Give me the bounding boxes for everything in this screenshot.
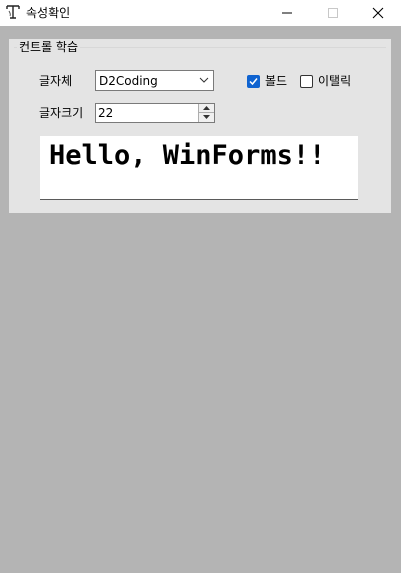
bold-label[interactable]: 볼드 xyxy=(265,73,287,89)
size-spinner[interactable]: 22 xyxy=(95,103,215,123)
bold-checkbox[interactable] xyxy=(247,75,260,88)
control-groupbox: 컨트롤 학습 글자체 D2Coding 볼드 이탤릭 글자크기 22 Hello… xyxy=(9,39,391,213)
font-combobox[interactable]: D2Coding xyxy=(95,70,214,91)
minimize-button[interactable] xyxy=(264,0,310,26)
minimize-icon xyxy=(282,12,292,14)
groupbox-legend: 컨트롤 학습 xyxy=(17,39,81,55)
spinner-up-button[interactable] xyxy=(199,104,214,113)
spinner-down-button[interactable] xyxy=(199,113,214,122)
italic-label[interactable]: 이탤릭 xyxy=(318,73,351,89)
maximize-icon xyxy=(328,8,338,18)
arrow-up-icon xyxy=(203,106,210,110)
size-spinner-value[interactable]: 22 xyxy=(98,105,113,121)
checkmark-icon xyxy=(249,78,258,86)
window-title: 속성확인 xyxy=(26,6,71,20)
close-button[interactable] xyxy=(355,0,401,26)
chevron-down-icon[interactable] xyxy=(199,77,209,83)
font-combobox-value: D2Coding xyxy=(99,74,158,88)
size-label: 글자크기 xyxy=(39,106,84,120)
close-icon xyxy=(372,7,384,19)
italic-checkbox[interactable] xyxy=(300,75,313,88)
font-label: 글자체 xyxy=(39,74,73,88)
app-icon[interactable] xyxy=(4,3,22,21)
client-area: 컨트롤 학습 글자체 D2Coding 볼드 이탤릭 글자크기 22 Hello… xyxy=(0,26,401,573)
spinner-buttons xyxy=(198,104,214,122)
preview-textbox[interactable]: Hello, WinForms!! xyxy=(40,136,358,200)
title-bar[interactable]: 속성확인 xyxy=(0,0,401,26)
maximize-button[interactable] xyxy=(310,0,356,26)
arrow-down-icon xyxy=(203,115,210,119)
preview-text: Hello, WinForms!! xyxy=(49,140,326,171)
